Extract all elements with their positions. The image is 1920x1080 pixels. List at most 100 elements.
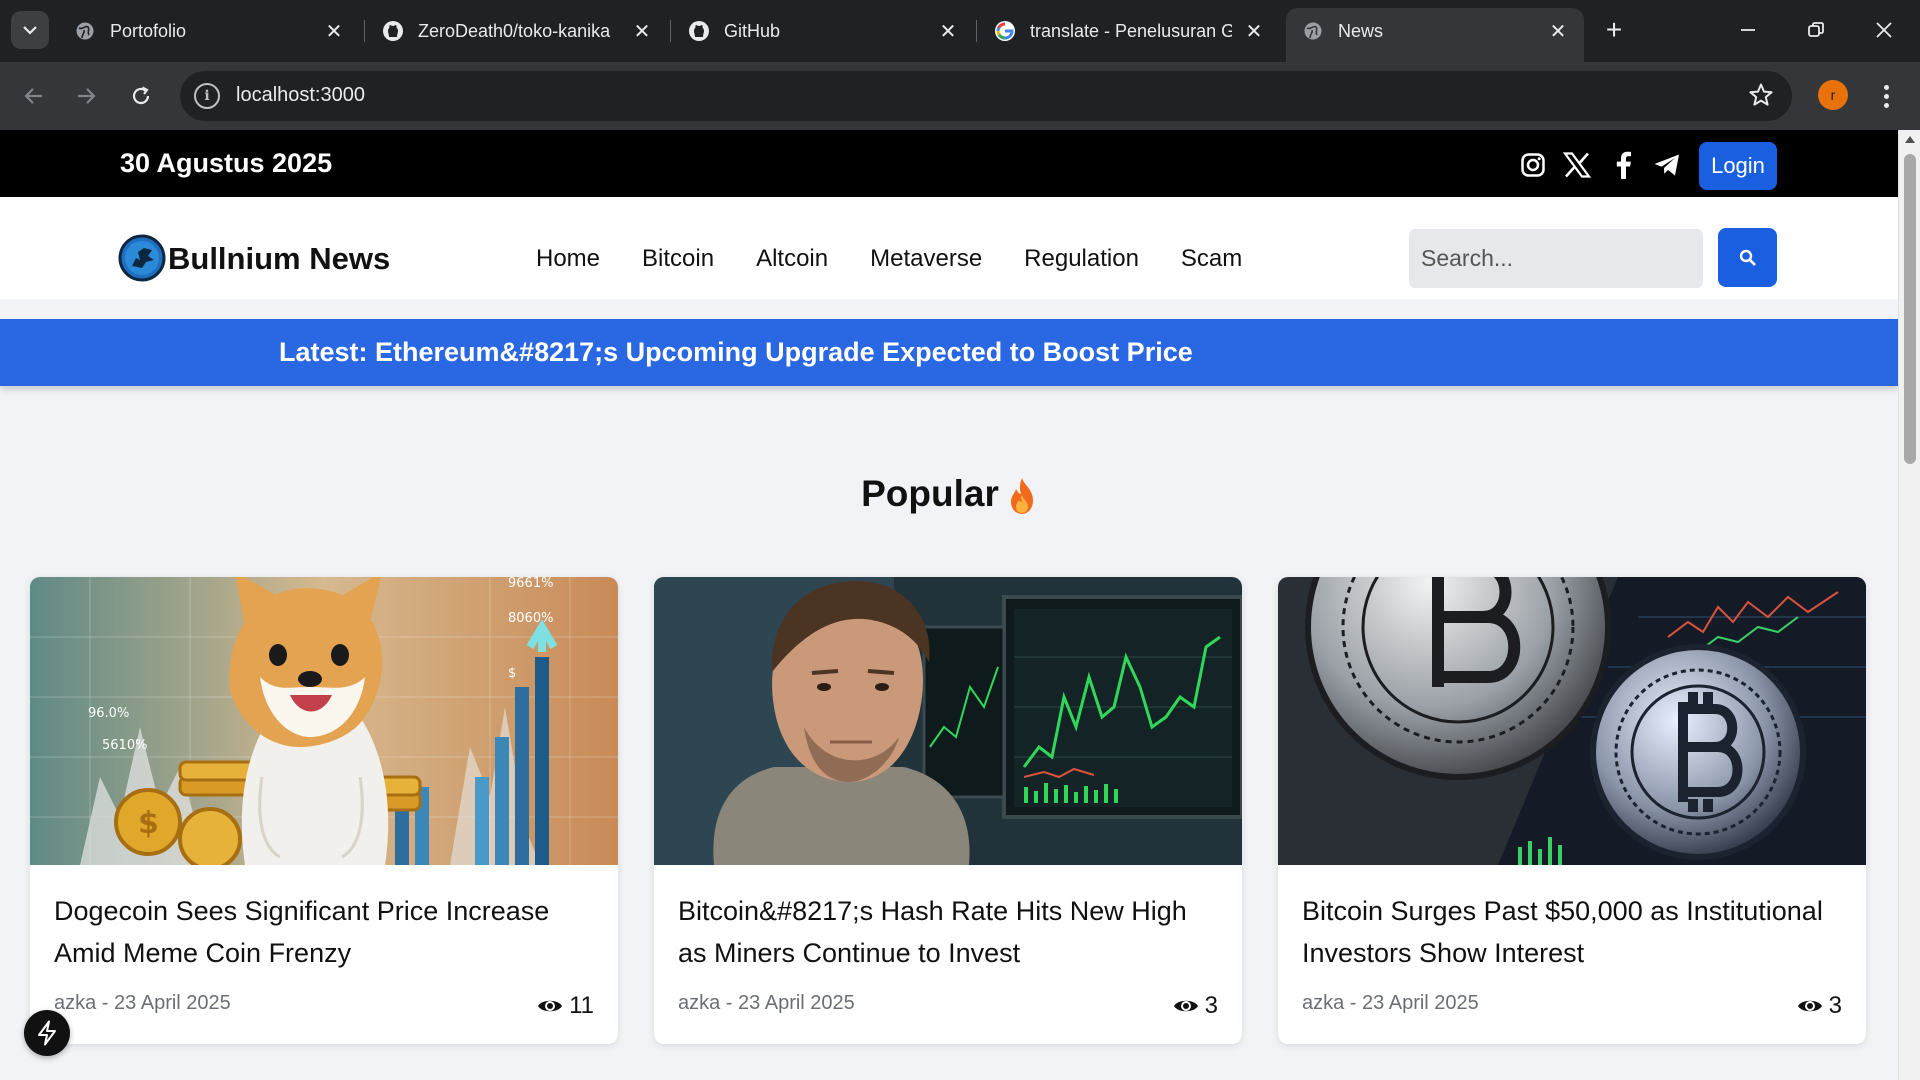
bullnium-logo-icon[interactable]	[118, 234, 166, 282]
instagram-icon[interactable]	[1518, 150, 1548, 180]
close-window-button[interactable]	[1862, 10, 1906, 50]
page-viewport: 30 Agustus 2025 Login Bullnium News Home…	[0, 130, 1898, 1080]
article-author: azka	[678, 992, 721, 1014]
close-icon	[1876, 22, 1892, 38]
bookmark-star-icon[interactable]	[1748, 82, 1774, 108]
close-icon[interactable]: ✕	[322, 19, 346, 43]
nav-home[interactable]: Home	[536, 245, 600, 273]
main-navbar: Bullnium News Home Bitcoin Altcoin Metav…	[0, 197, 1898, 299]
search-button[interactable]	[1718, 228, 1777, 287]
chart-label: 8060%	[508, 611, 553, 626]
scrollbar-thumb[interactable]	[1904, 154, 1916, 464]
nav-regulation[interactable]: Regulation	[1024, 245, 1139, 273]
forward-button[interactable]	[66, 76, 106, 116]
tab-divider	[670, 20, 671, 42]
chart-label: 96.0%	[88, 706, 129, 721]
close-icon[interactable]: ✕	[630, 19, 654, 43]
tab-title: News	[1338, 20, 1384, 41]
arrow-right-icon	[78, 88, 96, 104]
lightning-bolt-icon	[38, 1020, 56, 1046]
popular-title: Popular	[861, 473, 999, 514]
chevron-down-icon	[23, 26, 37, 35]
article-card[interactable]: Bitcoin&#8217;s Hash Rate Hits New High …	[654, 577, 1242, 1044]
current-date: 30 Agustus 2025	[120, 148, 333, 178]
github-icon	[688, 20, 710, 42]
article-meta: azka - 23 April 2025	[54, 992, 231, 1014]
x-icon[interactable]	[1562, 150, 1592, 180]
view-count-value: 3	[1204, 992, 1218, 1019]
article-author: azka	[1302, 992, 1345, 1014]
facebook-icon[interactable]	[1608, 150, 1638, 180]
tab-divider	[976, 20, 977, 42]
article-meta: azka - 23 April 2025	[678, 992, 855, 1014]
close-icon[interactable]: ✕	[1242, 19, 1266, 43]
svg-text:$: $	[138, 806, 159, 841]
restore-button[interactable]	[1794, 10, 1838, 50]
article-title[interactable]: Dogecoin Sees Significant Price Increase…	[54, 890, 594, 974]
nav-bitcoin[interactable]: Bitcoin	[642, 245, 714, 273]
more-menu-icon[interactable]	[1874, 80, 1898, 112]
top-info-bar: 30 Agustus 2025 Login	[0, 130, 1898, 197]
chart-label: $	[508, 666, 516, 681]
view-count: 11	[537, 992, 594, 1020]
minimize-button[interactable]	[1726, 10, 1770, 50]
close-icon[interactable]: ✕	[1546, 19, 1570, 43]
article-image-hashrate[interactable]	[654, 577, 1242, 865]
new-tab-button[interactable]: +	[1598, 14, 1630, 46]
tab-toko-kanika[interactable]: ZeroDeath0/toko-kanika ✕	[366, 8, 668, 54]
ticker-headline[interactable]: Latest: Ethereum&#8217;s Upcoming Upgrad…	[279, 337, 1193, 368]
latest-news-ticker: Latest: Ethereum&#8217;s Upcoming Upgrad…	[0, 319, 1898, 386]
tab-github[interactable]: GitHub ✕	[672, 8, 974, 54]
nav-metaverse[interactable]: Metaverse	[870, 245, 982, 273]
close-icon[interactable]: ✕	[936, 19, 960, 43]
chart-label: 9661%	[508, 577, 553, 591]
tab-title: GitHub	[724, 20, 781, 41]
eye-icon	[538, 1000, 563, 1012]
article-image-bitcoin[interactable]	[1278, 577, 1866, 865]
scroll-up-arrow[interactable]	[1905, 136, 1915, 143]
view-count-value: 11	[569, 992, 594, 1019]
article-image-dogecoin[interactable]: $ 9661% 8060% 96.0% 5610% $	[30, 577, 618, 865]
popular-heading: Popular	[0, 473, 1898, 515]
article-date: 23 April 2025	[1362, 992, 1479, 1014]
browser-toolbar: i localhost:3000 r	[0, 62, 1920, 130]
globe-icon	[74, 20, 96, 42]
eye-icon	[1797, 1000, 1822, 1012]
site-brand[interactable]: Bullnium News	[168, 241, 390, 277]
article-title[interactable]: Bitcoin Surges Past $50,000 as Instituti…	[1302, 890, 1842, 974]
address-url[interactable]: localhost:3000	[236, 84, 365, 107]
view-count: 3	[1797, 992, 1842, 1020]
main-nav: Home Bitcoin Altcoin Metaverse Regulatio…	[536, 245, 1242, 273]
tab-portofolio[interactable]: Portofolio ✕	[58, 8, 360, 54]
nav-altcoin[interactable]: Altcoin	[756, 245, 828, 273]
fire-icon	[1007, 477, 1037, 515]
article-card[interactable]: $ 9661% 8060% 96.0% 5610% $ Dogecoin See…	[30, 577, 618, 1044]
tab-translate[interactable]: translate - Penelusuran G ✕	[978, 8, 1280, 54]
github-icon	[382, 20, 404, 42]
info-icon[interactable]: i	[194, 83, 220, 109]
dev-tools-button[interactable]	[24, 1010, 70, 1056]
page-scrollbar[interactable]	[1898, 130, 1920, 1080]
chart-label: 5610%	[102, 738, 147, 753]
back-button[interactable]	[14, 76, 54, 116]
tab-title: ZeroDeath0/toko-kanika	[418, 20, 611, 41]
telegram-icon[interactable]	[1652, 150, 1682, 180]
globe-icon	[1302, 20, 1324, 42]
article-card[interactable]: Bitcoin Surges Past $50,000 as Instituti…	[1278, 577, 1866, 1044]
nav-scam[interactable]: Scam	[1181, 245, 1242, 273]
search-icon	[1739, 249, 1756, 266]
tab-title: translate - Penelusuran G	[1030, 20, 1232, 41]
profile-avatar[interactable]: r	[1818, 80, 1848, 110]
address-bar[interactable]: i localhost:3000	[180, 71, 1792, 121]
arrow-left-icon	[24, 88, 42, 104]
reload-button[interactable]	[121, 76, 161, 116]
tab-news[interactable]: News ✕	[1286, 8, 1584, 62]
browser-tab-strip: Portofolio ✕ ZeroDeath0/toko-kanika ✕ Gi…	[0, 0, 1920, 62]
reload-icon	[132, 86, 150, 105]
tab-search-button[interactable]	[11, 11, 49, 49]
article-title[interactable]: Bitcoin&#8217;s Hash Rate Hits New High …	[678, 890, 1218, 974]
article-date: 23 April 2025	[114, 992, 231, 1014]
search-input[interactable]	[1409, 229, 1703, 288]
login-button[interactable]: Login	[1699, 142, 1777, 190]
view-count-value: 3	[1828, 992, 1842, 1019]
